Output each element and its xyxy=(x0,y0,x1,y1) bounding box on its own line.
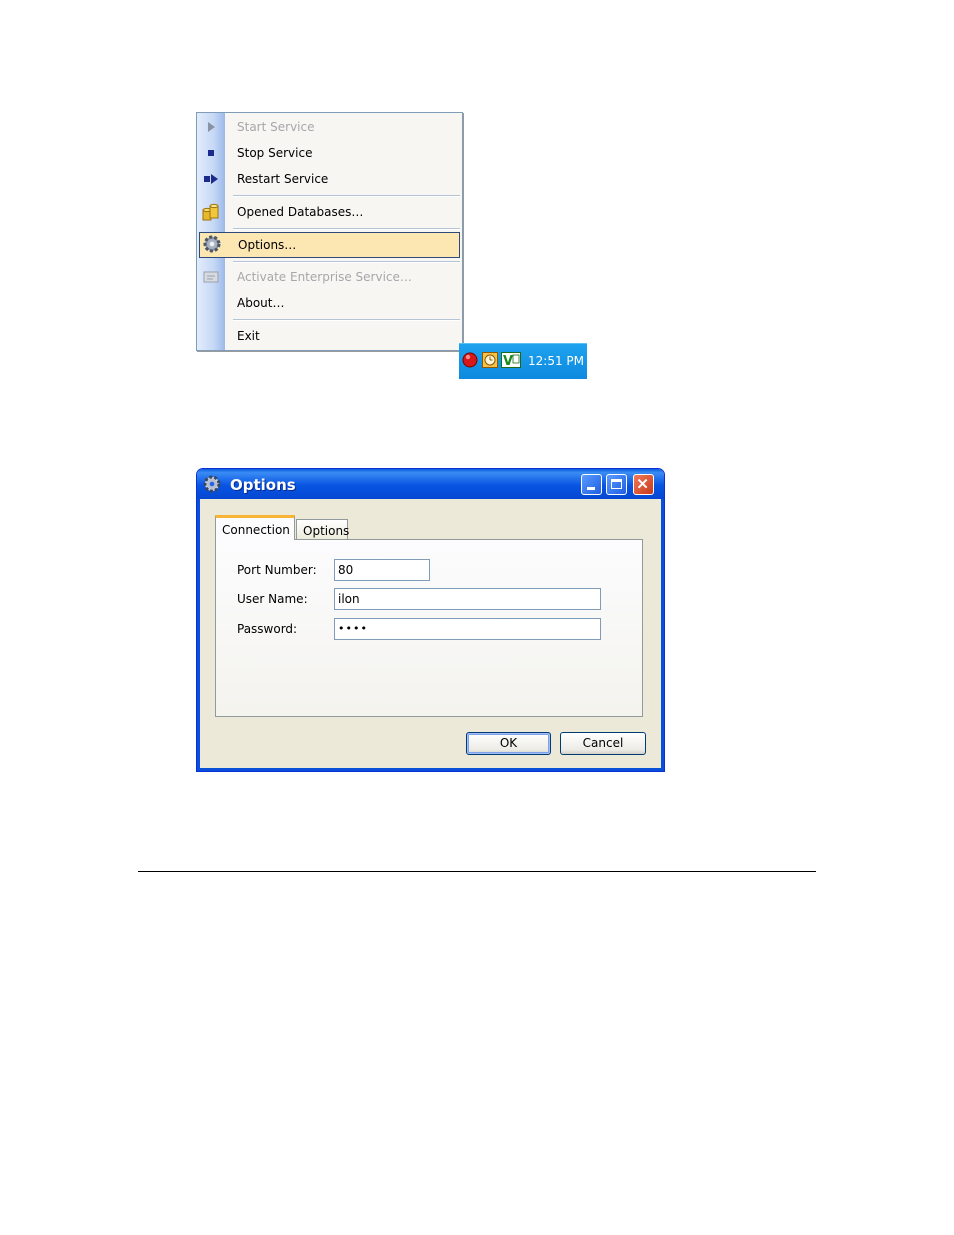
minimize-icon xyxy=(587,487,595,490)
port-number-input[interactable]: 80 xyxy=(334,559,430,581)
menu-item-label: Restart Service xyxy=(237,172,329,186)
tab-connection[interactable]: Connection xyxy=(215,515,295,540)
menu-item-stop-service[interactable]: Stop Service xyxy=(197,141,462,165)
tray-context-menu: Start Service Stop Service Restart Servi… xyxy=(196,112,463,351)
menu-separator xyxy=(233,261,460,263)
horizontal-rule xyxy=(138,871,816,872)
ok-button[interactable]: OK xyxy=(466,732,551,755)
maximize-icon xyxy=(611,479,622,489)
system-tray: V 12:51 PM xyxy=(459,343,587,379)
gear-icon xyxy=(203,235,221,253)
password-label: Password: xyxy=(237,622,298,636)
vs-icon[interactable]: V xyxy=(501,352,521,368)
menu-item-start-service[interactable]: Start Service xyxy=(197,115,462,139)
gear-icon xyxy=(203,475,221,493)
dialog-titlebar[interactable]: Options xyxy=(197,469,664,499)
dialog-border-left xyxy=(197,499,200,771)
menu-item-activate-enterprise[interactable]: Activate Enterprise Service… xyxy=(197,265,462,289)
port-number-label: Port Number: xyxy=(237,563,317,577)
menu-item-label: About… xyxy=(237,296,285,310)
user-name-label: User Name: xyxy=(237,592,308,606)
close-icon xyxy=(637,478,648,489)
menu-item-label: Activate Enterprise Service… xyxy=(237,270,412,284)
restart-icon xyxy=(204,174,218,184)
close-button[interactable] xyxy=(633,474,654,495)
menu-item-label: Opened Databases… xyxy=(237,205,364,219)
license-icon xyxy=(203,271,219,283)
menu-item-options[interactable]: Options… xyxy=(199,232,460,258)
menu-item-restart-service[interactable]: Restart Service xyxy=(197,167,462,191)
stop-icon xyxy=(208,150,214,156)
menu-item-label: Options… xyxy=(238,238,297,252)
menu-item-opened-databases[interactable]: Opened Databases… xyxy=(197,200,462,224)
dialog-border-bottom xyxy=(197,768,664,771)
clock-icon[interactable] xyxy=(482,352,498,368)
database-icon xyxy=(202,203,219,221)
options-dialog: Options Connection Options Port Number: … xyxy=(196,468,665,772)
menu-item-exit[interactable]: Exit xyxy=(197,324,462,348)
cancel-button[interactable]: Cancel xyxy=(560,732,646,755)
play-icon xyxy=(208,122,215,132)
dialog-body: Connection Options Port Number: 80 User … xyxy=(200,499,661,768)
menu-separator xyxy=(233,228,460,230)
tab-label: Options xyxy=(303,524,350,538)
password-input[interactable]: •••• xyxy=(334,618,601,640)
menu-item-label: Exit xyxy=(237,329,260,343)
tab-label: Connection xyxy=(222,523,290,537)
dialog-border-right xyxy=(661,499,664,771)
svg-text:V: V xyxy=(503,354,513,368)
minimize-button[interactable] xyxy=(581,474,602,495)
connection-tab-panel: Port Number: 80 User Name: ilon Password… xyxy=(215,539,643,717)
tray-clock[interactable]: 12:51 PM xyxy=(528,344,584,378)
user-name-input[interactable]: ilon xyxy=(334,588,601,610)
menu-separator xyxy=(233,195,460,197)
menu-item-label: Stop Service xyxy=(237,146,313,160)
red-ball-icon[interactable] xyxy=(462,352,478,368)
menu-separator xyxy=(233,319,460,321)
menu-item-label: Start Service xyxy=(237,120,315,134)
menu-item-about[interactable]: About… xyxy=(197,291,462,315)
tab-options[interactable]: Options xyxy=(296,519,350,541)
dialog-title: Options xyxy=(230,476,296,494)
maximize-button[interactable] xyxy=(606,474,627,495)
